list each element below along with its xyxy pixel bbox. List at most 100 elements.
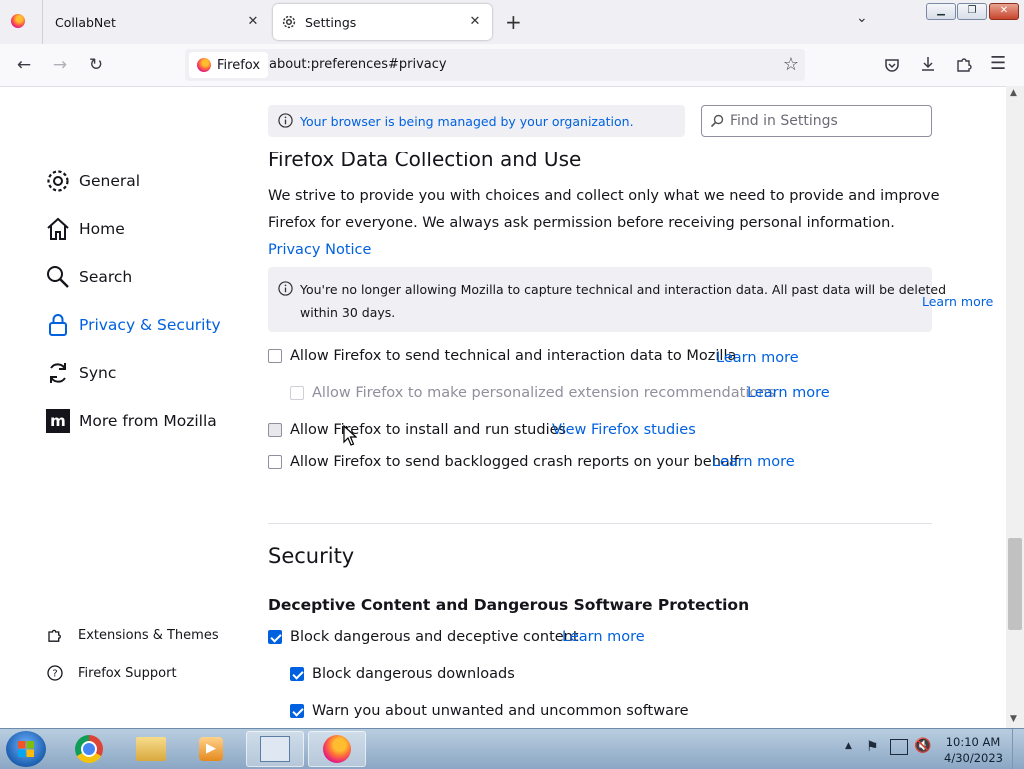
close-tab-icon[interactable]: ✕ [244,13,262,31]
svg-text:?: ? [52,669,57,680]
page-scrollbar[interactable]: ▲ ▼ [1006,86,1024,728]
sidebar-item-label: Privacy & Security [79,316,221,334]
mouse-cursor-icon [343,425,357,446]
crash-reports-learn-more[interactable]: Learn more [712,454,795,470]
search-placeholder: Find in Settings [730,113,838,129]
taskbar-firefox[interactable] [308,731,366,767]
navigation-bar: ← → ↻ Firefox about:preferences#privacy … [0,44,1024,87]
info-text-line2: within 30 days. [300,305,396,320]
url-bar[interactable]: Firefox about:preferences#privacy ☆ [185,49,805,81]
back-arrow-icon[interactable]: ← [13,54,35,76]
sidebar-item-home[interactable]: Home [45,216,125,242]
taskbar-media-player[interactable]: ▶ [184,731,238,767]
minimize-button[interactable]: ▁ [926,3,956,20]
sync-icon [50,363,66,383]
checkbox-block-dangerous-downloads[interactable] [290,667,304,681]
action-center-flag-icon[interactable]: ⚑ [866,739,879,755]
sidebar-item-label: Home [79,220,125,238]
identity-label: Firefox [217,57,261,73]
new-tab-icon[interactable]: + [505,10,522,34]
find-in-settings-field[interactable]: Find in Settings [701,105,932,137]
data-collection-description-line2: Firefox for everyone. We always ask perm… [268,215,895,231]
reload-icon[interactable]: ↻ [85,54,107,76]
checkbox-warn-unwanted-software[interactable] [290,704,304,718]
show-desktop-button[interactable] [1012,729,1024,769]
checkbox-crash-reports[interactable] [268,455,282,469]
checkbox-technical-data[interactable] [268,349,282,363]
tab-title: Settings [305,14,357,30]
sidebar-item-privacy-security[interactable]: Privacy & Security [45,312,221,338]
managed-notice-link[interactable]: Your browser is being managed by your or… [300,114,634,129]
mozilla-icon: m [46,409,70,433]
sidebar-item-general[interactable]: General [45,168,140,194]
taskbar-file-explorer[interactable] [124,731,178,767]
windows-logo-icon [18,741,34,757]
restore-button[interactable]: ❐ [957,3,987,20]
block-deceptive-learn-more[interactable]: Learn more [562,629,645,645]
start-button[interactable] [6,731,46,767]
pocket-icon[interactable] [883,56,901,74]
list-all-tabs-icon[interactable]: ⌄ [856,10,868,26]
volume-muted-icon[interactable]: 🔇 [914,738,931,754]
media-player-icon: ▶ [199,737,223,761]
search-icon [47,266,69,288]
extension-recommendations-learn-more[interactable]: Learn more [747,385,830,401]
tab-settings[interactable]: Settings ✕ [273,4,492,40]
gear-icon [282,15,296,29]
firefox-logo-icon [197,58,211,72]
info-icon [278,281,293,296]
close-tab-icon[interactable]: ✕ [466,13,484,31]
tab-title: CollabNet [55,14,116,30]
extension-recommendations-label: Allow Firefox to make personalized exten… [312,385,775,401]
privacy-notice-link[interactable]: Privacy Notice [268,242,371,258]
taskbar-control-panel[interactable] [246,731,304,767]
taskbar-chrome[interactable] [62,731,116,767]
info-learn-more-link[interactable]: Learn more [922,294,993,309]
forward-arrow-icon[interactable]: → [49,54,71,76]
tab-collabnet[interactable]: CollabNet ✕ [0,4,270,40]
block-dangerous-downloads-label[interactable]: Block dangerous downloads [312,666,515,682]
info-text-line1: You're no longer allowing Mozilla to cap… [300,282,947,297]
extensions-icon[interactable] [955,55,973,73]
sidebar-firefox-support[interactable]: ? Firefox Support [47,665,177,681]
technical-data-learn-more[interactable]: Learn more [716,350,799,366]
checkbox-block-deceptive-content[interactable] [268,630,282,644]
folder-icon [136,737,166,761]
sidebar-item-label: More from Mozilla [79,412,217,430]
close-window-button[interactable]: ✕ [989,3,1019,20]
block-deceptive-content-label[interactable]: Block dangerous and deceptive content [290,629,579,645]
scroll-down-arrow-icon[interactable]: ▼ [1010,714,1017,724]
search-icon [710,114,724,128]
sidebar-item-more-from-mozilla[interactable]: m More from Mozilla [45,408,217,434]
info-icon [278,113,293,128]
crash-reports-label[interactable]: Allow Firefox to send backlogged crash r… [290,454,739,470]
system-clock[interactable]: 10:10 AM 4/30/2023 [944,734,1003,766]
technical-data-label[interactable]: Allow Firefox to send technical and inte… [290,348,736,364]
show-hidden-icons-arrow[interactable]: ▲ [845,741,852,751]
scrollbar-thumb[interactable] [1008,538,1022,630]
sidebar-item-search[interactable]: Search [45,264,132,290]
control-panel-icon [260,736,290,762]
identity-box[interactable]: Firefox [189,52,269,78]
checkbox-studies[interactable] [268,423,282,437]
menu-hamburger-icon[interactable]: ☰ [990,53,1006,74]
sidebar-item-label: General [79,172,141,190]
scroll-up-arrow-icon[interactable]: ▲ [1010,88,1017,98]
gear-icon [47,170,69,192]
svg-text:m: m [50,412,66,430]
footer-item-label: Extensions & Themes [78,627,219,643]
footer-item-label: Firefox Support [78,665,177,681]
sidebar-extensions-themes[interactable]: Extensions & Themes [47,627,219,643]
sidebar-item-sync[interactable]: Sync [45,360,116,386]
view-firefox-studies-link[interactable]: View Firefox studies [552,422,696,438]
studies-label[interactable]: Allow Firefox to install and run studies [290,422,566,438]
chrome-icon [75,735,103,763]
network-icon[interactable] [890,739,908,755]
star-bookmark-icon[interactable]: ☆ [783,54,799,75]
checkbox-extension-recommendations[interactable] [290,386,304,400]
clock-time: 10:10 AM [945,735,1001,749]
url-text[interactable]: about:preferences#privacy [269,57,447,72]
downloads-icon[interactable] [919,55,937,73]
data-collection-description-line1: We strive to provide you with choices an… [268,188,940,204]
warn-unwanted-software-label[interactable]: Warn you about unwanted and uncommon sof… [312,703,689,719]
